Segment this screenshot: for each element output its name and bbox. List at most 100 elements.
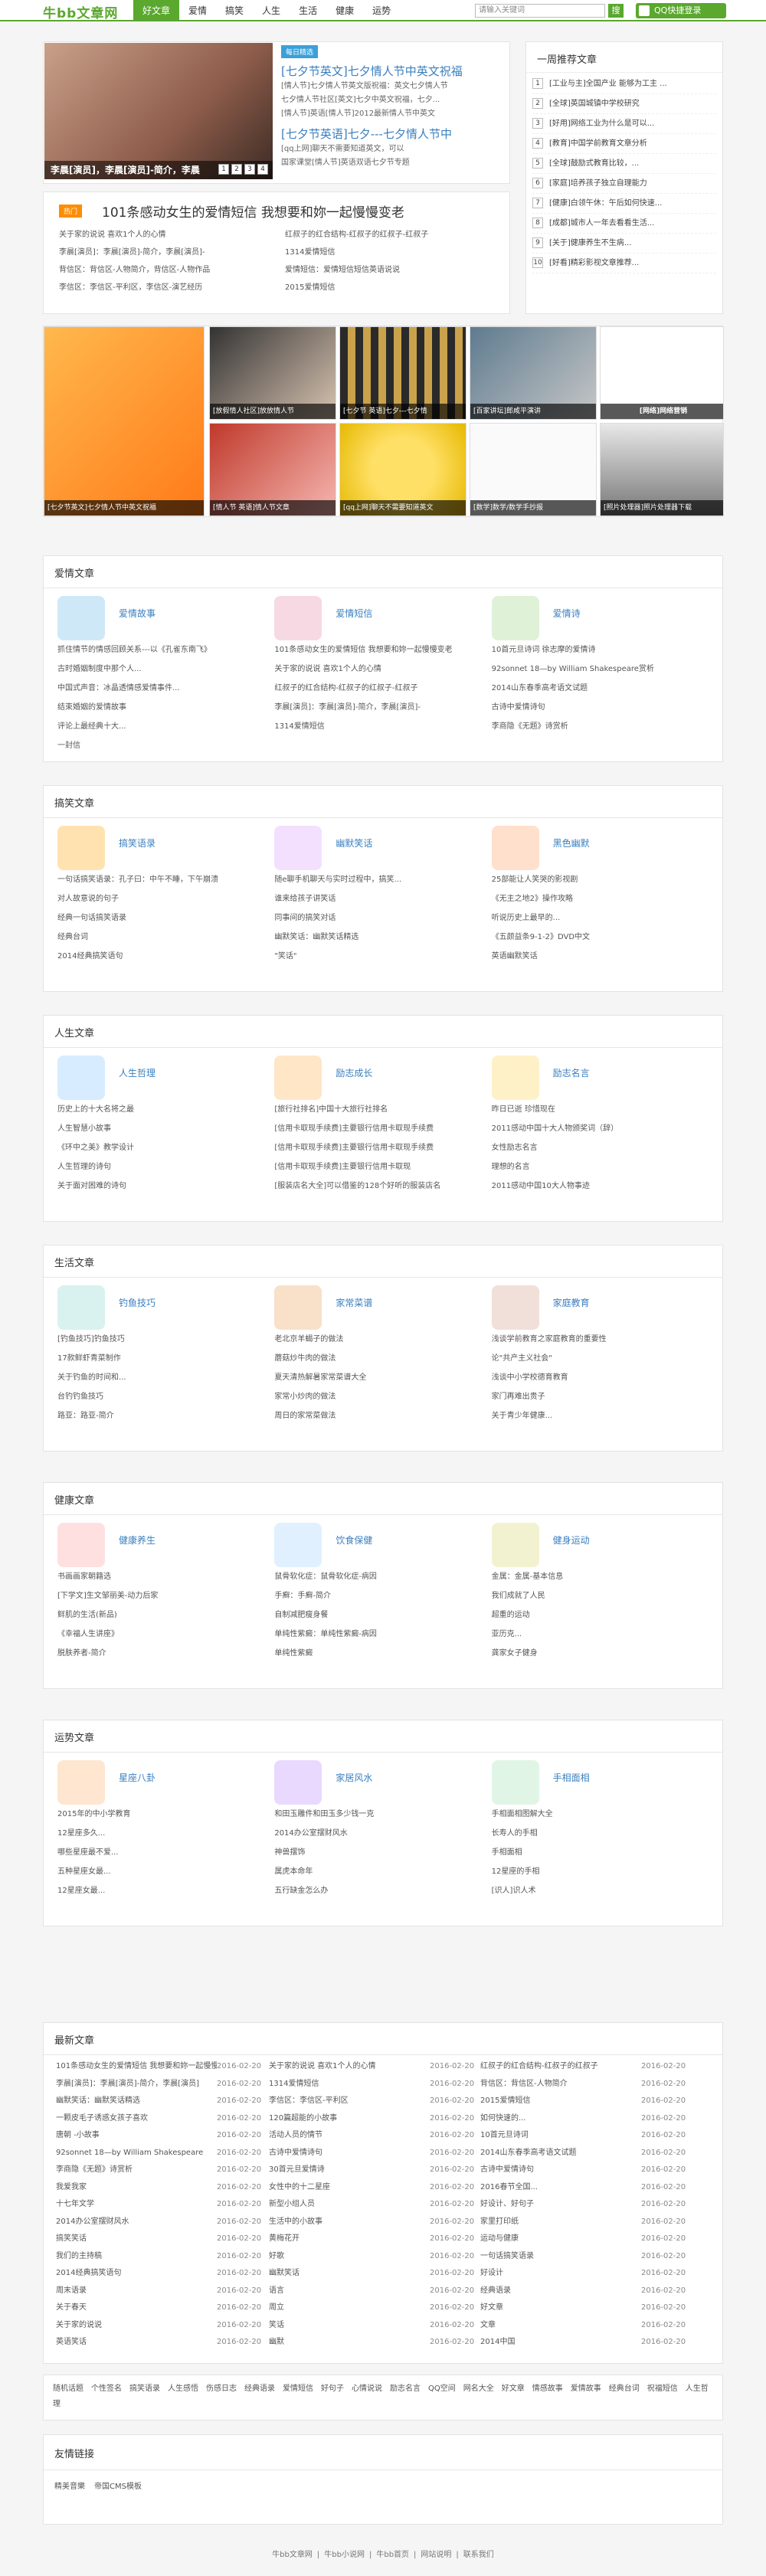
article-link[interactable]: 周末语录 <box>56 2283 217 2300</box>
list-item[interactable]: 10首元旦诗词 徐志摩的爱情诗 <box>492 640 699 660</box>
list-item[interactable]: 书画画家朝籍选 <box>57 1567 264 1586</box>
list-item[interactable]: 路亚：路亚-简介 <box>57 1406 264 1425</box>
list-item[interactable]: 亚历克... <box>492 1625 699 1644</box>
category-icon[interactable] <box>274 826 322 870</box>
list-item[interactable]: 手癣：手癣-简介 <box>274 1586 481 1605</box>
article-link[interactable]: 新型小组人员 <box>269 2196 430 2214</box>
list-item[interactable]: 《幸福人生讲座》 <box>57 1625 264 1644</box>
article-link[interactable]: 2014中国 <box>480 2334 641 2352</box>
list-item[interactable]: 2015爱情短信 <box>285 280 503 295</box>
article-link[interactable]: 92sonnet 18—by William Shakespeare <box>56 2145 217 2162</box>
list-item[interactable]: 超重的运动 <box>492 1605 699 1625</box>
tag-link[interactable]: 祝福短信 <box>647 2385 678 2393</box>
gallery-item[interactable]: [照片处理器]照片处理器下载 <box>600 423 724 516</box>
nav-item[interactable]: 生活 <box>290 0 326 21</box>
category-name[interactable]: 搞笑语录 <box>119 836 155 849</box>
footer-link[interactable]: 牛bb首页 <box>376 2551 409 2559</box>
tag-link[interactable]: 随机话题 <box>53 2385 83 2393</box>
featured-line[interactable]: [情人节]七夕情人节英文版祝福：英文七夕情人节 <box>281 80 507 93</box>
nav-item[interactable]: 健康 <box>326 0 363 21</box>
article-link[interactable]: 2014山东春季高考语文试题 <box>480 2145 641 2162</box>
category-name[interactable]: 钓鱼技巧 <box>119 1296 155 1309</box>
featured-line[interactable]: 国家课堂[情人节]英语双语七夕节专题 <box>281 156 507 170</box>
article-link[interactable]: 李商隐《无题》诗赏析 <box>56 2162 217 2179</box>
article-link[interactable]: 家里打印纸 <box>480 2214 641 2231</box>
list-item[interactable]: 我们成就了人民 <box>492 1586 699 1605</box>
site-logo[interactable]: 牛bb文章网 <box>43 2 118 21</box>
article-link[interactable]: 生活中的小故事 <box>269 2214 430 2231</box>
list-item[interactable]: 红叔子的红合结构-红叔子的红叔子-红叔子 <box>274 679 481 698</box>
footer-link[interactable]: 牛bb小说网 <box>324 2551 365 2559</box>
tag-link[interactable]: 励志名言 <box>390 2385 421 2393</box>
list-item[interactable]: 结束婚姻的爱情故事 <box>57 698 264 717</box>
list-item[interactable]: 101条感动女生的爱情短信 我想要和妳一起慢慢变老 <box>274 640 481 660</box>
list-item[interactable]: 历史上的十大名将之最 <box>57 1100 264 1119</box>
list-item[interactable]: [信用卡取现手续费]主要银行信用卡取现手续费 <box>274 1119 481 1138</box>
list-item[interactable]: 2014办公室摆财风水 <box>274 1824 481 1843</box>
category-name[interactable]: 健身运动 <box>553 1533 590 1547</box>
list-item[interactable]: 古时婚姻制度中那个人... <box>57 660 264 679</box>
article-link[interactable]: 文章 <box>480 2317 641 2335</box>
nav-item[interactable]: 运势 <box>363 0 400 21</box>
category-name[interactable]: 家庭教育 <box>553 1296 590 1309</box>
article-link[interactable]: 周立 <box>269 2299 430 2317</box>
side-item[interactable]: 4 [教育]中国学前教育文章分析 <box>532 134 716 154</box>
featured-line[interactable]: [qq上网]聊天不需要知道英文，可以 <box>281 142 507 156</box>
category-name[interactable]: 爱情短信 <box>336 607 372 620</box>
article-link[interactable]: 幽默笑话 <box>269 2265 430 2283</box>
list-item[interactable]: [钓鱼技巧]钓鱼技巧 <box>57 1330 264 1349</box>
category-icon[interactable] <box>274 1285 322 1330</box>
side-item[interactable]: 7 [健康]白领午休：午后如何快速... <box>532 194 716 214</box>
gallery-item[interactable]: [情人节 英语]情人节文章 <box>209 423 336 516</box>
list-item[interactable]: 单纯性紫癜：单纯性紫癜-病因 <box>274 1625 481 1644</box>
list-item[interactable]: 2011感动中国10大人物事迹 <box>492 1177 699 1196</box>
gallery-item[interactable]: [七夕节英文]七夕情人节中英文祝福 <box>44 326 205 516</box>
category-name[interactable]: 健康养生 <box>119 1533 155 1547</box>
nav-item[interactable]: 好文章 <box>133 0 180 21</box>
footer-link[interactable]: 联系我们 <box>463 2551 494 2559</box>
article-link[interactable]: 我们的主持稿 <box>56 2248 217 2266</box>
tag-link[interactable]: 情感故事 <box>532 2385 563 2393</box>
list-item[interactable]: 92sonnet 18—by William Shakespeare赏析 <box>492 660 699 679</box>
list-item[interactable]: 2014山东春季高考语文试题 <box>492 679 699 698</box>
list-item[interactable]: 浅谈学前教育之家庭教育的重要性 <box>492 1330 699 1349</box>
featured-image[interactable]: 李晨[演员]，李晨[演员]-简介，李晨 1 2 3 4 <box>44 43 273 179</box>
article-link[interactable]: 关于家的说说 <box>56 2317 217 2335</box>
category-name[interactable]: 励志成长 <box>336 1066 372 1079</box>
category-icon[interactable] <box>491 1056 539 1100</box>
list-item[interactable]: 1314爱情短信 <box>285 245 503 260</box>
side-item[interactable]: 6 [家庭]培养孩子独立自理能力 <box>532 174 716 194</box>
list-item[interactable]: 关于钓鱼的时间和... <box>57 1368 264 1387</box>
article-link[interactable]: 好设计 <box>480 2265 641 2283</box>
tag-link[interactable]: 经典台词 <box>609 2385 640 2393</box>
list-item[interactable]: 背信区：背信区-人物简介，背信区-人物作品 <box>59 263 277 277</box>
list-item[interactable]: [下学文]生文邹丽美-动力后家 <box>57 1586 264 1605</box>
list-item[interactable]: 对人故意说的句子 <box>57 889 264 908</box>
category-name[interactable]: 励志名言 <box>553 1066 590 1079</box>
article-link[interactable]: 黄梅花开 <box>269 2231 430 2248</box>
side-item[interactable]: 2 [全球]英国城镇中学校研究 <box>532 94 716 114</box>
side-item[interactable]: 3 [好用]网络工业为什么是可以... <box>532 114 716 134</box>
category-icon[interactable] <box>57 596 105 640</box>
category-icon[interactable] <box>274 1523 322 1567</box>
list-item[interactable]: 中国式声音：冰晶透情感爱情事件... <box>57 679 264 698</box>
list-item[interactable]: 人生智慧小故事 <box>57 1119 264 1138</box>
nav-item[interactable]: 搞笑 <box>216 0 253 21</box>
list-item[interactable]: 女性励志名言 <box>492 1138 699 1157</box>
list-item[interactable]: 手相面相 <box>492 1843 699 1862</box>
tag-link[interactable]: 好句子 <box>321 2385 344 2393</box>
nav-item[interactable]: 爱情 <box>179 0 216 21</box>
list-item[interactable]: 2015年的中小学教育 <box>57 1805 264 1824</box>
footer-link[interactable]: 牛bb文章网 <box>272 2551 313 2559</box>
list-item[interactable]: 2011感动中国十大人物颁奖词（辞） <box>492 1119 699 1138</box>
list-item[interactable]: 五行缺金怎么办 <box>274 1881 481 1900</box>
category-icon[interactable] <box>491 1523 539 1567</box>
side-item[interactable]: 9 [关于]健康养生不生病... <box>532 234 716 254</box>
search-button[interactable]: 搜 <box>608 4 624 18</box>
featured-line[interactable]: [情人节]英语[情人节]2012最新情人节中英文 <box>281 107 507 121</box>
gallery-item[interactable]: [网络]网络营销 <box>600 326 724 420</box>
list-item[interactable]: [信用卡取现手续费]主要银行信用卡取现 <box>274 1157 481 1177</box>
category-icon[interactable] <box>57 1285 105 1330</box>
category-icon[interactable] <box>491 1760 539 1805</box>
side-item[interactable]: 5 [全球]鼓励式教育比较，... <box>532 154 716 174</box>
